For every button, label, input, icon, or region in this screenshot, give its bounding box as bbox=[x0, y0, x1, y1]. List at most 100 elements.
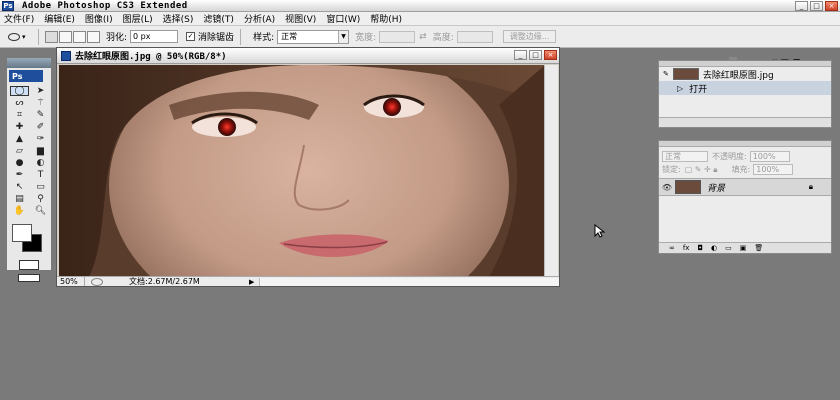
type-tool-icon[interactable]: T bbox=[31, 170, 50, 180]
width-label: 宽度: bbox=[355, 33, 377, 43]
foreground-color-swatch[interactable] bbox=[12, 224, 32, 242]
width-input bbox=[379, 30, 416, 43]
add-to-selection-button[interactable] bbox=[59, 30, 72, 43]
fx-icon[interactable]: fx bbox=[683, 244, 690, 252]
eraser-tool-icon[interactable]: ▱ bbox=[10, 146, 29, 156]
quick-mask-button[interactable] bbox=[19, 260, 39, 270]
snapshot-name: 去除红眼原图.jpg bbox=[702, 70, 774, 81]
history-brush-tool-icon[interactable]: ✑ bbox=[31, 134, 50, 144]
history-state-open[interactable]: ▷ 打开 bbox=[659, 81, 831, 95]
menu-layer[interactable]: 图层(L) bbox=[123, 12, 153, 25]
menu-window[interactable]: 窗口(W) bbox=[326, 12, 360, 25]
link-layers-icon[interactable]: ∞ bbox=[669, 244, 675, 252]
menu-image[interactable]: 图像(I) bbox=[85, 12, 113, 25]
layers-panel-footer: ∞ fx ◘ ◐ ▭ ▣ 🗑︎ bbox=[659, 242, 831, 253]
hand-tool-icon[interactable]: ✋ bbox=[10, 206, 29, 216]
antialias-checkbox[interactable]: ✓ bbox=[186, 32, 196, 41]
feather-input[interactable]: 0 px bbox=[130, 30, 179, 43]
intersect-selection-button[interactable] bbox=[87, 30, 100, 43]
menu-file[interactable]: 文件(F) bbox=[4, 12, 34, 25]
swap-icon: ⇄ bbox=[419, 31, 427, 42]
new-selection-button[interactable] bbox=[45, 30, 58, 43]
layer-row-background[interactable]: 👁︎ 背景 🔒︎ bbox=[659, 178, 831, 196]
opacity-input[interactable]: 100% bbox=[749, 150, 790, 162]
refine-edge-button[interactable]: 调整边缘... bbox=[502, 30, 557, 43]
zoom-tool-icon[interactable]: 🔍︎ bbox=[31, 206, 50, 216]
document-icon bbox=[61, 50, 71, 61]
eyedropper-tool-icon[interactable]: ⚲ bbox=[31, 194, 50, 204]
move-tool-icon[interactable]: ➤ bbox=[31, 86, 50, 96]
lock-label: 锁定: bbox=[662, 165, 681, 174]
trash-icon[interactable]: 🗑︎ bbox=[754, 244, 763, 252]
selection-mode-group bbox=[45, 30, 100, 43]
tool-preset-picker[interactable]: ▾ bbox=[8, 30, 32, 44]
doc-maximize-button[interactable]: □ bbox=[529, 50, 542, 60]
history-snapshot[interactable]: ✎ 去除红眼原图.jpg bbox=[659, 67, 831, 81]
horizontal-scrollbar[interactable] bbox=[259, 277, 559, 286]
pen-tool-icon[interactable]: ✒ bbox=[10, 170, 29, 180]
vertical-scrollbar[interactable] bbox=[544, 65, 558, 277]
divider bbox=[38, 28, 39, 45]
snapshot-thumbnail bbox=[672, 68, 699, 80]
document-window: 去除红眼原图.jpg @ 50%(RGB/8*) _ □ × 50% 文档:2.… bbox=[56, 47, 560, 287]
marquee-tool-icon[interactable]: ◯ bbox=[10, 86, 29, 96]
history-panel-footer bbox=[659, 117, 831, 127]
menu-select[interactable]: 选择(S) bbox=[163, 12, 194, 25]
menu-analysis[interactable]: 分析(A) bbox=[244, 12, 275, 25]
opacity-label: 不透明度: bbox=[712, 151, 747, 161]
healing-brush-tool-icon[interactable]: ✚ bbox=[10, 122, 29, 132]
style-select[interactable]: 正常 ▼ bbox=[277, 29, 350, 44]
dodge-tool-icon[interactable]: ◐ bbox=[31, 158, 50, 168]
path-selection-tool-icon[interactable]: ↖ bbox=[10, 182, 29, 192]
menu-view[interactable]: 视图(V) bbox=[285, 12, 316, 25]
app-title: Adobe Photoshop CS3 Extended bbox=[22, 0, 188, 11]
notes-tool-icon[interactable]: ▤ bbox=[10, 194, 29, 204]
subtract-from-selection-button[interactable] bbox=[73, 30, 86, 43]
minimize-button[interactable]: _ bbox=[795, 1, 808, 11]
blur-tool-icon[interactable]: ● bbox=[10, 158, 29, 168]
screen-mode-button[interactable] bbox=[18, 274, 40, 282]
brush-tool-icon[interactable]: ✐ bbox=[31, 122, 50, 132]
zoom-level[interactable]: 50% bbox=[57, 277, 85, 286]
photoshop-logo-icon: Ps bbox=[2, 0, 14, 11]
toolbox-header[interactable] bbox=[7, 58, 51, 68]
menu-filter[interactable]: 滤镜(T) bbox=[203, 12, 234, 25]
gradient-tool-icon[interactable]: ▆ bbox=[31, 146, 50, 156]
maximize-button[interactable]: □ bbox=[810, 1, 823, 11]
crop-tool-icon[interactable]: ⌗ bbox=[10, 110, 29, 120]
panel-titlebar[interactable] bbox=[659, 141, 831, 147]
add-mask-icon[interactable]: ◘ bbox=[697, 244, 703, 252]
doc-close-button[interactable]: × bbox=[544, 50, 557, 60]
new-layer-icon[interactable]: ▣ bbox=[740, 244, 747, 252]
eye-icon[interactable]: 👁︎ bbox=[659, 183, 675, 192]
close-button[interactable]: × bbox=[825, 1, 838, 11]
lock-icons[interactable]: ▢ ✎ ✛ 🔒︎ bbox=[685, 165, 718, 175]
new-group-icon[interactable]: ▭ bbox=[725, 244, 732, 252]
photoshop-logo-icon: Ps bbox=[9, 70, 43, 82]
status-menu-arrow-icon[interactable]: ▶ bbox=[249, 278, 259, 286]
document-statusbar: 50% 文档:2.67M/2.67M ▶ bbox=[57, 276, 559, 286]
fill-input[interactable]: 100% bbox=[753, 164, 794, 175]
color-swatches bbox=[10, 222, 48, 256]
layer-name: 背景 bbox=[707, 183, 726, 194]
style-label: 样式: bbox=[253, 33, 275, 43]
adjustment-layer-icon[interactable]: ◐ bbox=[711, 244, 717, 252]
menu-edit[interactable]: 编辑(E) bbox=[44, 12, 75, 25]
chevron-down-icon: ▾ bbox=[22, 32, 26, 41]
blend-mode-select[interactable]: 正常 bbox=[662, 150, 708, 162]
shape-tool-icon[interactable]: ▭ bbox=[31, 182, 50, 192]
lock-icon: 🔒︎ bbox=[808, 182, 813, 191]
history-panel: ✎ 去除红眼原图.jpg ▷ 打开 bbox=[658, 60, 832, 128]
menu-help[interactable]: 帮助(H) bbox=[370, 12, 402, 25]
document-size-info: 文档:2.67M/2.67M bbox=[129, 277, 200, 286]
lasso-tool-icon[interactable]: ᔕ bbox=[10, 98, 29, 108]
magic-wand-tool-icon[interactable]: ⚚ bbox=[31, 98, 50, 108]
document-titlebar[interactable]: 去除红眼原图.jpg @ 50%(RGB/8*) _ □ × bbox=[57, 48, 559, 64]
history-state-label: 打开 bbox=[689, 84, 708, 95]
slice-tool-icon[interactable]: ✎ bbox=[31, 110, 50, 120]
mouse-cursor-icon bbox=[594, 224, 606, 238]
clone-stamp-tool-icon[interactable]: ▲ bbox=[10, 134, 29, 144]
canvas-photo[interactable] bbox=[59, 65, 545, 277]
elliptical-marquee-icon bbox=[8, 32, 20, 41]
doc-minimize-button[interactable]: _ bbox=[514, 50, 527, 60]
